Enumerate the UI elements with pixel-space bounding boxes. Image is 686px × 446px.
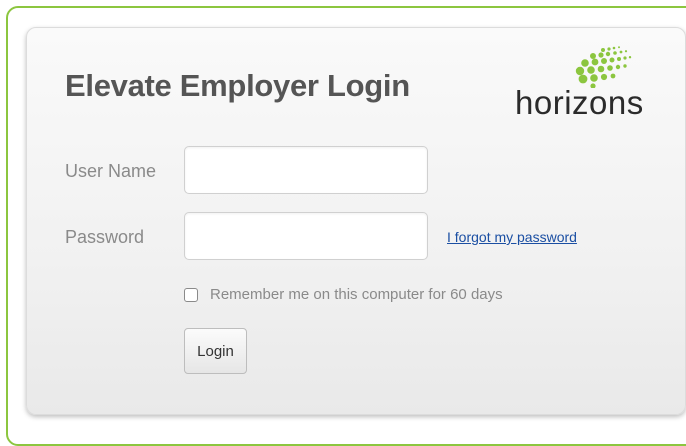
remember-me-option[interactable]: Remember me on this computer for 60 days — [184, 286, 503, 303]
login-panel: Elevate Employer Login horizons User Nam… — [26, 27, 686, 415]
forgot-password-link[interactable]: I forgot my password — [447, 229, 577, 245]
username-input[interactable] — [184, 146, 428, 194]
password-input[interactable] — [184, 212, 428, 260]
remember-me-checkbox[interactable] — [184, 287, 198, 302]
username-label: User Name — [65, 161, 157, 181]
page-title: Elevate Employer Login — [65, 68, 410, 103]
login-button[interactable]: Login — [184, 328, 247, 374]
password-label: Password — [65, 227, 145, 247]
logo-text: horizons — [515, 84, 644, 121]
horizons-logo: horizons — [515, 44, 675, 124]
remember-me-label: Remember me on this computer for 60 days — [210, 286, 503, 303]
green-dots-icon — [575, 46, 632, 88]
